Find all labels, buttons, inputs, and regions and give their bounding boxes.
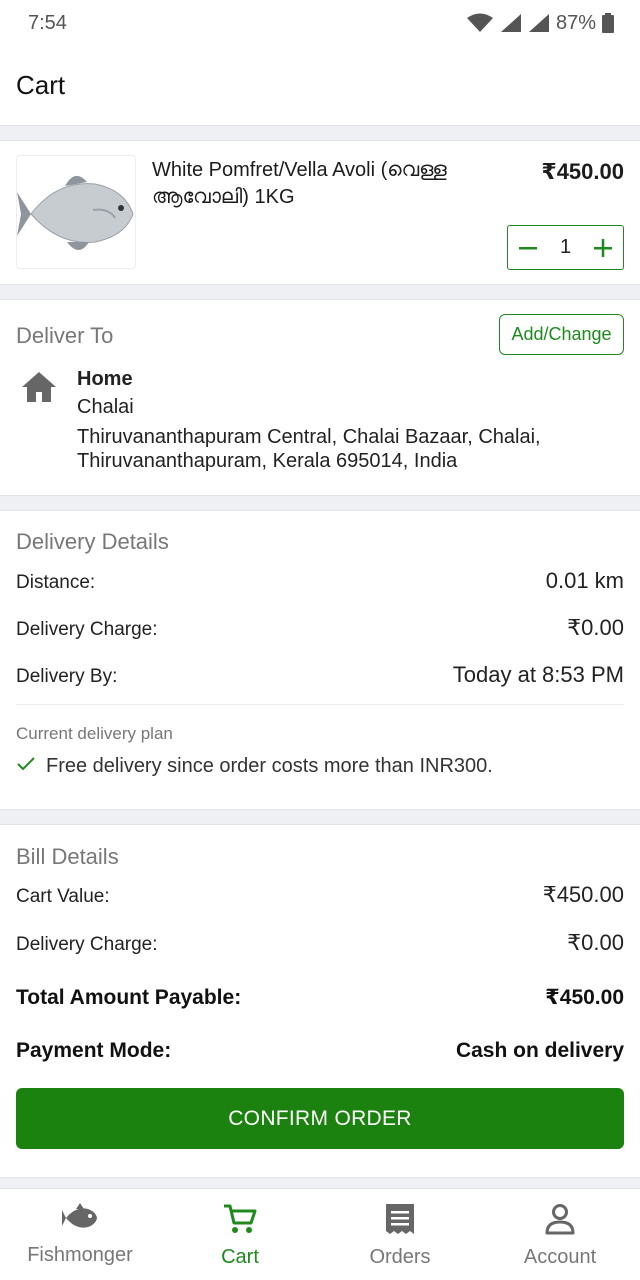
page-title: Cart bbox=[16, 70, 66, 100]
delivery-charge-label: Delivery Charge: bbox=[16, 619, 158, 640]
deliver-to-card: Deliver To Add/Change Home Chalai Thiruv… bbox=[0, 299, 640, 496]
wifi-icon bbox=[466, 13, 494, 33]
bill-details-heading: Bill Details bbox=[16, 844, 119, 869]
signal-icon-2 bbox=[528, 13, 550, 33]
payment-mode-label: Payment Mode: bbox=[16, 1039, 172, 1062]
delivery-charge-row: Delivery Charge: ₹0.00 bbox=[16, 615, 624, 641]
cart-value-row: Cart Value: ₹450.00 bbox=[16, 882, 624, 908]
status-time: 7:54 bbox=[28, 11, 67, 34]
home-icon bbox=[20, 370, 58, 409]
payment-mode-row: Payment Mode: Cash on delivery bbox=[16, 1039, 624, 1063]
app-bar: Cart bbox=[0, 46, 640, 126]
nav-label-account: Account bbox=[523, 1246, 597, 1268]
divider bbox=[16, 704, 624, 705]
product-price: ₹450.00 bbox=[541, 159, 624, 184]
status-bar: 7:54 87% bbox=[0, 0, 640, 46]
bottom-nav: Fishmonger Cart Orders Account bbox=[0, 1188, 640, 1280]
nav-label-cart: Cart bbox=[221, 1246, 259, 1268]
cart-item-card: White Pomfret/Vella Avoli (വെള്ള ആവോലി) … bbox=[0, 140, 640, 285]
fish-icon bbox=[62, 1203, 98, 1238]
delivery-plan-info: Free delivery since order costs more tha… bbox=[16, 755, 493, 778]
address-line-2: Thiruvananthapuram Central, Chalai Bazaa… bbox=[77, 426, 541, 472]
plus-icon bbox=[594, 238, 612, 257]
delivery-by-label: Delivery By: bbox=[16, 666, 118, 687]
deliver-to-heading: Deliver To bbox=[16, 323, 114, 348]
delivery-details-heading: Delivery Details bbox=[16, 529, 169, 554]
bill-delivery-charge-label: Delivery Charge: bbox=[16, 934, 158, 955]
delivery-charge-value: ₹0.00 bbox=[567, 615, 624, 640]
cart-icon bbox=[222, 1203, 258, 1240]
total-row: Total Amount Payable: ₹450.00 bbox=[16, 985, 624, 1010]
delivery-plan-text: Free delivery since order costs more tha… bbox=[46, 755, 493, 777]
address-label: Home bbox=[77, 368, 133, 390]
distance-value: 0.01 km bbox=[545, 568, 624, 593]
nav-item-cart[interactable]: Cart bbox=[160, 1189, 320, 1280]
nav-label-fishmonger: Fishmonger bbox=[27, 1244, 133, 1266]
delivery-by-row: Delivery By: Today at 8:53 PM bbox=[16, 662, 624, 688]
nav-item-fishmonger[interactable]: Fishmonger bbox=[0, 1189, 160, 1280]
nav-label-orders: Orders bbox=[369, 1246, 431, 1268]
battery-percent: 87% bbox=[555, 11, 596, 34]
bill-delivery-charge-value: ₹0.00 bbox=[567, 930, 624, 955]
status-icons: 87% bbox=[466, 12, 614, 35]
product-image[interactable] bbox=[16, 155, 136, 269]
address-line-1: Chalai bbox=[77, 396, 134, 418]
payment-mode-value: Cash on delivery bbox=[455, 1039, 624, 1062]
add-change-address-button[interactable]: Add/Change bbox=[499, 314, 624, 355]
check-icon bbox=[16, 755, 36, 778]
product-name: White Pomfret/Vella Avoli (വെള്ള ആവോലി) … bbox=[152, 159, 447, 208]
cart-value-label: Cart Value: bbox=[16, 886, 110, 907]
battery-icon bbox=[602, 13, 614, 33]
delivery-details-card: Delivery Details Distance: 0.01 km Deliv… bbox=[0, 510, 640, 810]
minus-icon bbox=[519, 246, 537, 249]
total-value: ₹450.00 bbox=[545, 986, 624, 1009]
distance-label: Distance: bbox=[16, 572, 96, 593]
delivery-plan-caption: Current delivery plan bbox=[16, 724, 173, 743]
person-icon bbox=[544, 1203, 576, 1240]
increase-quantity-button[interactable] bbox=[591, 236, 615, 260]
nav-item-orders[interactable]: Orders bbox=[320, 1189, 480, 1280]
bill-delivery-charge-row: Delivery Charge: ₹0.00 bbox=[16, 930, 624, 956]
cart-value-amount: ₹450.00 bbox=[542, 882, 624, 907]
signal-icon bbox=[500, 13, 522, 33]
confirm-order-button[interactable]: CONFIRM ORDER bbox=[16, 1088, 624, 1149]
nav-item-account[interactable]: Account bbox=[480, 1189, 640, 1280]
delivery-by-value: Today at 8:53 PM bbox=[452, 662, 624, 687]
bill-details-card: Bill Details Cart Value: ₹450.00 Deliver… bbox=[0, 824, 640, 1178]
receipt-icon bbox=[384, 1203, 416, 1240]
quantity-value: 1 bbox=[559, 236, 572, 258]
decrease-quantity-button[interactable] bbox=[516, 236, 540, 260]
total-label: Total Amount Payable: bbox=[16, 986, 242, 1009]
distance-row: Distance: 0.01 km bbox=[16, 568, 624, 594]
quantity-stepper: 1 bbox=[507, 225, 624, 270]
